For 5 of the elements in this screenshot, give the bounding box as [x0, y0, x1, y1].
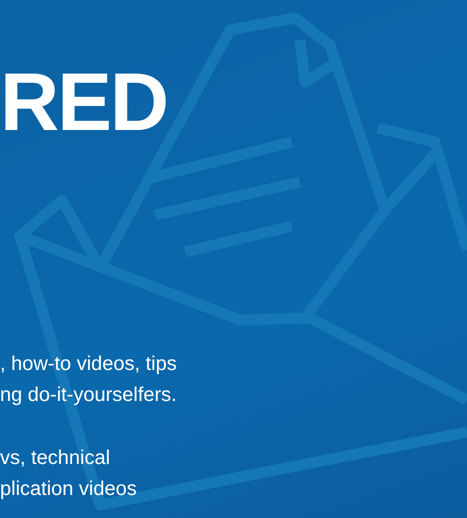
body-text: , how-to videos, tips	[0, 352, 177, 377]
heading: RED	[0, 62, 168, 144]
body-text: ng do-it-yourselfers.	[0, 383, 177, 408]
body-text: plication videos	[0, 477, 137, 502]
body-text: vs, technical	[0, 446, 110, 471]
